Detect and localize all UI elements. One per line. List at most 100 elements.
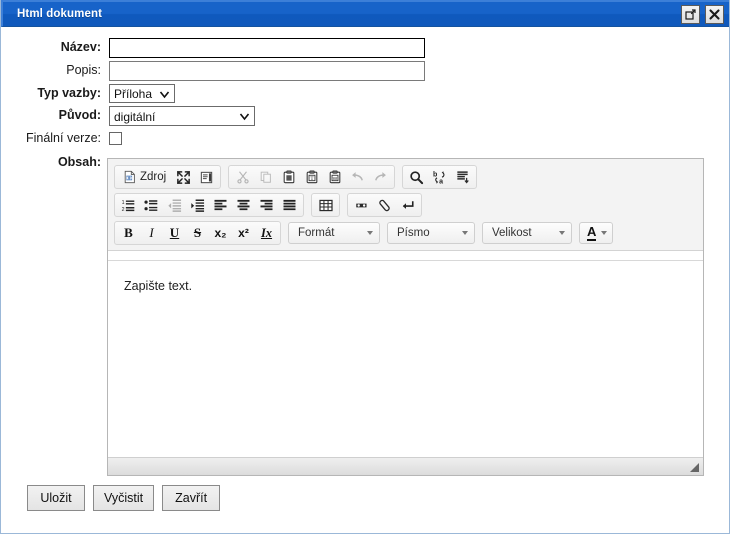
toolbar-row-1: Zdroj T W b a (108, 163, 703, 191)
finalni-verze-control (109, 129, 122, 150)
finalni-verze-label: Finální verze: (25, 131, 101, 145)
clipboard-word-icon: W (329, 170, 341, 184)
select-all-icon (457, 170, 469, 184)
show-blocks-button[interactable] (195, 167, 218, 187)
svg-text:a: a (439, 178, 443, 184)
chevron-down-icon (367, 231, 373, 235)
nazev-label: Název: (60, 40, 101, 54)
align-right-button[interactable] (255, 195, 278, 215)
bold-button[interactable]: B (117, 223, 140, 243)
paste-text-button[interactable]: T (300, 167, 323, 187)
format-combo[interactable]: Formát (288, 222, 380, 244)
popis-input[interactable] (109, 61, 425, 81)
editor-content-text: Zapište text. (124, 279, 193, 293)
remove-styles-icon: Ix (260, 225, 273, 240)
nazev-control (109, 38, 425, 58)
anchor-flag-icon (356, 203, 367, 207)
clipboard-text-icon: T (306, 170, 318, 184)
text-color-button[interactable]: A (579, 222, 614, 244)
svg-text:W: W (332, 176, 337, 182)
find-button[interactable] (405, 167, 428, 187)
bulleted-list-icon (144, 199, 158, 211)
dialog-footer: Uložit Vyčistit Zavřít (1, 485, 729, 511)
source-button[interactable]: Zdroj (117, 167, 172, 187)
field-row-finalni-verze: Finální verze: (1, 129, 729, 150)
typ-vazby-select[interactable]: Příloha (109, 84, 176, 103)
maximize-editor-button[interactable] (172, 167, 195, 187)
editor-content-area[interactable]: Zapište text. (108, 260, 703, 458)
font-combo-label: Písmo (397, 227, 430, 239)
subscript-button[interactable]: x₂ (209, 223, 232, 243)
toolbar-group-table (311, 193, 340, 217)
puvod-select[interactable]: digitální (109, 106, 255, 126)
strike-button[interactable]: S (186, 223, 209, 243)
field-row-popis: Popis: (1, 61, 729, 81)
underline-button[interactable]: U (163, 223, 186, 243)
resize-grip-icon[interactable] (688, 461, 700, 473)
anchor-button[interactable] (350, 195, 373, 215)
maximize-icon[interactable] (681, 4, 700, 24)
remove-styles-button[interactable]: Ix (255, 223, 278, 243)
svg-text:b: b (433, 171, 437, 178)
align-left-button[interactable] (209, 195, 232, 215)
eraser-icon (379, 199, 390, 211)
select-all-button[interactable] (451, 167, 474, 187)
popis-control (109, 61, 425, 81)
redo-button[interactable] (369, 167, 392, 187)
numbered-list-button[interactable]: 1 2 (117, 195, 140, 215)
align-center-button[interactable] (232, 195, 255, 215)
dialog-title-bar[interactable]: Html dokument (1, 0, 729, 27)
superscript-button[interactable]: x² (232, 223, 255, 243)
copy-icon (260, 171, 271, 183)
close-icon[interactable] (705, 4, 724, 24)
close-button[interactable]: Zavřít (162, 485, 221, 511)
magnifier-icon (410, 170, 424, 184)
cut-button[interactable] (231, 167, 254, 187)
align-right-icon (260, 199, 273, 210)
toolbar-row-3: B I U S x₂ x² Ix Formát Písmo Velikost A (108, 219, 703, 247)
italic-icon: I (149, 225, 154, 240)
chevron-down-icon (601, 231, 608, 235)
dialog-title: Html dokument (17, 8, 102, 20)
undo-arrow-icon (352, 171, 364, 181)
chevron-down-icon (559, 231, 565, 235)
line-break-button[interactable] (396, 195, 419, 215)
typ-vazby-label: Typ vazby: (37, 86, 101, 100)
save-button[interactable]: Uložit (27, 485, 85, 511)
remove-format-button[interactable] (373, 195, 396, 215)
chevron-down-icon (462, 231, 468, 235)
clear-button[interactable]: Vyčistit (93, 485, 155, 511)
table-button[interactable] (314, 195, 337, 215)
size-combo[interactable]: Velikost (482, 222, 572, 244)
strikethrough-icon: S (193, 225, 202, 240)
copy-button[interactable] (254, 167, 277, 187)
puvod-control: digitální (109, 106, 255, 126)
text-color-icon: A (587, 224, 597, 241)
svg-text:2: 2 (122, 206, 125, 212)
outdent-button[interactable] (163, 195, 186, 215)
align-justify-button[interactable] (278, 195, 301, 215)
source-button-label: Zdroj (140, 171, 167, 183)
numbered-list-icon: 1 2 (122, 200, 135, 212)
format-combo-label: Formát (298, 227, 335, 239)
undo-button[interactable] (346, 167, 369, 187)
replace-button[interactable]: b a (428, 167, 451, 187)
html-document-dialog: Html dokument Název: Popis: Typ vazby: P… (0, 0, 730, 534)
paste-word-button[interactable]: W (323, 167, 346, 187)
chevron-down-icon (239, 113, 250, 121)
rich-text-editor: Zdroj T W b a 1 2 B I U S x₂ x² Ix Formá… (107, 158, 704, 476)
toolbar-group-clipboard: T W (228, 165, 396, 189)
font-combo[interactable]: Písmo (387, 222, 475, 244)
finalni-verze-checkbox[interactable] (109, 132, 122, 145)
size-combo-label: Velikost (492, 227, 532, 239)
toolbar-group-basicstyles: B I U S x₂ x² Ix (114, 221, 281, 245)
indent-button[interactable] (186, 195, 209, 215)
italic-button[interactable]: I (140, 223, 163, 243)
chevron-down-icon (159, 91, 170, 99)
bulleted-list-button[interactable] (140, 195, 163, 215)
bold-icon: B (124, 225, 133, 240)
paste-button[interactable] (277, 167, 300, 187)
subscript-icon: x₂ (214, 226, 227, 240)
popis-label: Popis: (66, 63, 101, 77)
nazev-input[interactable] (109, 38, 425, 58)
